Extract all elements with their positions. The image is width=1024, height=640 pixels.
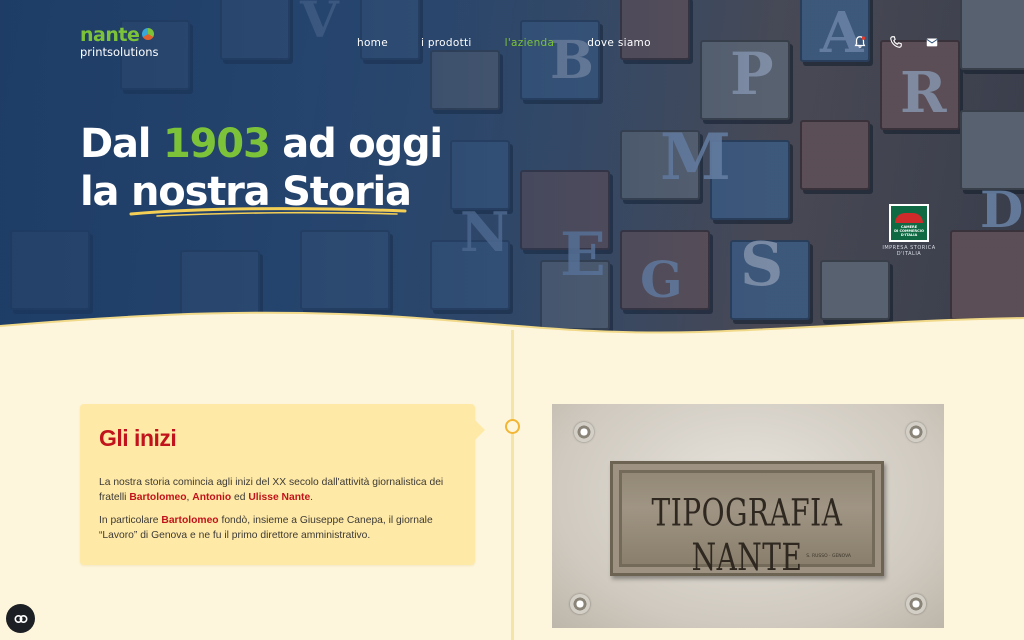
accessibility-button[interactable] bbox=[6, 604, 35, 633]
logo-mark-icon bbox=[142, 28, 155, 40]
main-nav: home i prodotti l'azienda dove siamo bbox=[357, 37, 651, 49]
plaque-text: TIPOGRAFIA NANTE bbox=[651, 490, 843, 580]
rosette-ornament bbox=[574, 422, 594, 442]
timeline-line bbox=[511, 330, 514, 640]
nav-prodotti[interactable]: i prodotti bbox=[421, 37, 472, 49]
tipografia-plaque-photo: TIPOGRAFIA NANTE S. RUSSO · GENOVA bbox=[552, 404, 944, 628]
title-underline-stroke bbox=[129, 207, 407, 217]
timeline-marker bbox=[505, 419, 520, 434]
site-logo[interactable]: nante printsolutions bbox=[80, 26, 159, 60]
section-title: Gli inizi bbox=[99, 425, 177, 451]
nav-home[interactable]: home bbox=[357, 37, 388, 49]
impresa-storica-badge: CAMERE DI COMMERCIO D'ITALIA IMPRESA STO… bbox=[872, 204, 946, 257]
history-paragraph-1: La nostra storia comincia agli inizi del… bbox=[99, 477, 444, 503]
rosette-ornament bbox=[906, 594, 926, 614]
rosette-ornament bbox=[570, 594, 590, 614]
mail-icon[interactable] bbox=[925, 35, 939, 49]
accessibility-icon bbox=[13, 614, 28, 623]
underlined-phrase: nostra Storia bbox=[129, 168, 412, 217]
header-actions bbox=[853, 35, 939, 49]
history-paragraph-2: In particolare Bartolomeo fondò, insieme… bbox=[99, 515, 433, 541]
rosette-ornament bbox=[906, 422, 926, 442]
phone-icon[interactable] bbox=[889, 35, 903, 49]
nav-azienda[interactable]: l'azienda bbox=[505, 37, 555, 49]
hero-title: Dal 1903 ad oggi la nostra Storia bbox=[80, 120, 443, 217]
badge-caption: IMPRESA STORICA D'ITALIA bbox=[882, 245, 936, 257]
stone-plaque: TIPOGRAFIA NANTE S. RUSSO · GENOVA bbox=[610, 461, 884, 580]
history-card: Gli inizi La nostra storia comincia agli… bbox=[80, 404, 485, 565]
bell-icon[interactable] bbox=[853, 35, 867, 49]
nav-dove-siamo[interactable]: dove siamo bbox=[587, 37, 651, 49]
camere-commercio-logo: CAMERE DI COMMERCIO D'ITALIA bbox=[889, 204, 929, 242]
